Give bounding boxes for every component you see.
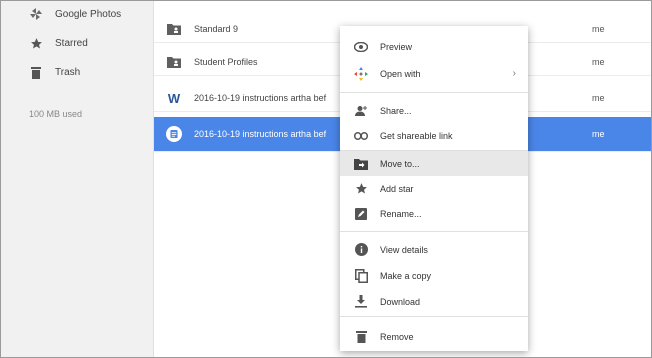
copy-icon [354, 268, 368, 283]
menu-item-label: Open with [380, 68, 421, 79]
menu-item-label: Remove [380, 331, 414, 342]
trash-icon [354, 330, 368, 344]
menu-item-get-link[interactable]: Get shareable link [340, 123, 528, 148]
file-owner: me [592, 24, 605, 34]
share-person-icon [354, 104, 368, 118]
star-icon [354, 182, 368, 196]
rename-icon [354, 207, 368, 221]
move-folder-icon [354, 157, 368, 171]
sidebar-item-label: Google Photos [55, 8, 122, 20]
link-icon [354, 129, 368, 143]
file-owner: me [592, 129, 605, 139]
menu-item-make-copy[interactable]: Make a copy [340, 263, 528, 288]
trash-icon [29, 65, 43, 79]
sidebar-item-label: Trash [55, 66, 81, 78]
menu-item-label: Get shareable link [380, 130, 453, 141]
file-name: 2016-10-19 instructions artha bef [194, 129, 327, 139]
file-owner: me [592, 57, 605, 67]
drive-window: Google Photos Starred Trash 100 MB used … [0, 0, 652, 358]
menu-item-rename[interactable]: Rename... [340, 201, 528, 226]
info-icon [354, 243, 368, 257]
eye-icon [354, 40, 368, 54]
file-name: Student Profiles [194, 57, 258, 67]
menu-item-remove[interactable]: Remove [340, 324, 528, 349]
download-icon [354, 295, 368, 309]
menu-item-label: Make a copy [380, 270, 432, 281]
google-photos-icon [29, 7, 43, 21]
word-doc-icon: W [167, 90, 181, 106]
file-name: 2016-10-19 instructions artha bef [194, 93, 327, 103]
menu-item-label: View details [380, 244, 428, 255]
menu-item-download[interactable]: Download [340, 289, 528, 314]
menu-item-label: Share... [380, 105, 412, 116]
file-owner: me [592, 93, 605, 103]
context-menu: Preview Open with › Share... Get shareab… [340, 26, 528, 351]
storage-usage[interactable]: 100 MB used [29, 109, 82, 119]
sidebar-item-trash[interactable]: Trash [1, 61, 153, 83]
menu-divider [340, 92, 528, 93]
star-icon [29, 36, 43, 50]
menu-item-label: Download [380, 296, 421, 307]
menu-item-label: Move to... [380, 158, 420, 169]
file-name: Standard 9 [194, 24, 239, 34]
shared-folder-icon [166, 21, 182, 37]
menu-item-open-with[interactable]: Open with › [340, 61, 528, 86]
menu-item-share[interactable]: Share... [340, 98, 528, 123]
open-with-icon [354, 66, 368, 81]
menu-item-preview[interactable]: Preview [340, 34, 528, 59]
menu-divider [340, 231, 528, 232]
sidebar-item-starred[interactable]: Starred [1, 32, 153, 54]
sidebar-item-label: Starred [55, 37, 88, 49]
menu-item-label: Add star [380, 183, 414, 194]
menu-item-label: Rename... [380, 208, 422, 219]
chevron-right-icon: › [512, 68, 516, 79]
menu-divider [340, 316, 528, 317]
google-doc-icon [166, 126, 182, 142]
menu-item-add-star[interactable]: Add star [340, 176, 528, 201]
menu-item-view-details[interactable]: View details [340, 237, 528, 262]
menu-item-move-to[interactable]: Move to... [340, 151, 528, 176]
menu-item-label: Preview [380, 41, 413, 52]
sidebar-item-google-photos[interactable]: Google Photos [1, 3, 153, 25]
shared-folder-icon [166, 54, 182, 70]
sidebar: Google Photos Starred Trash 100 MB used [1, 1, 154, 357]
